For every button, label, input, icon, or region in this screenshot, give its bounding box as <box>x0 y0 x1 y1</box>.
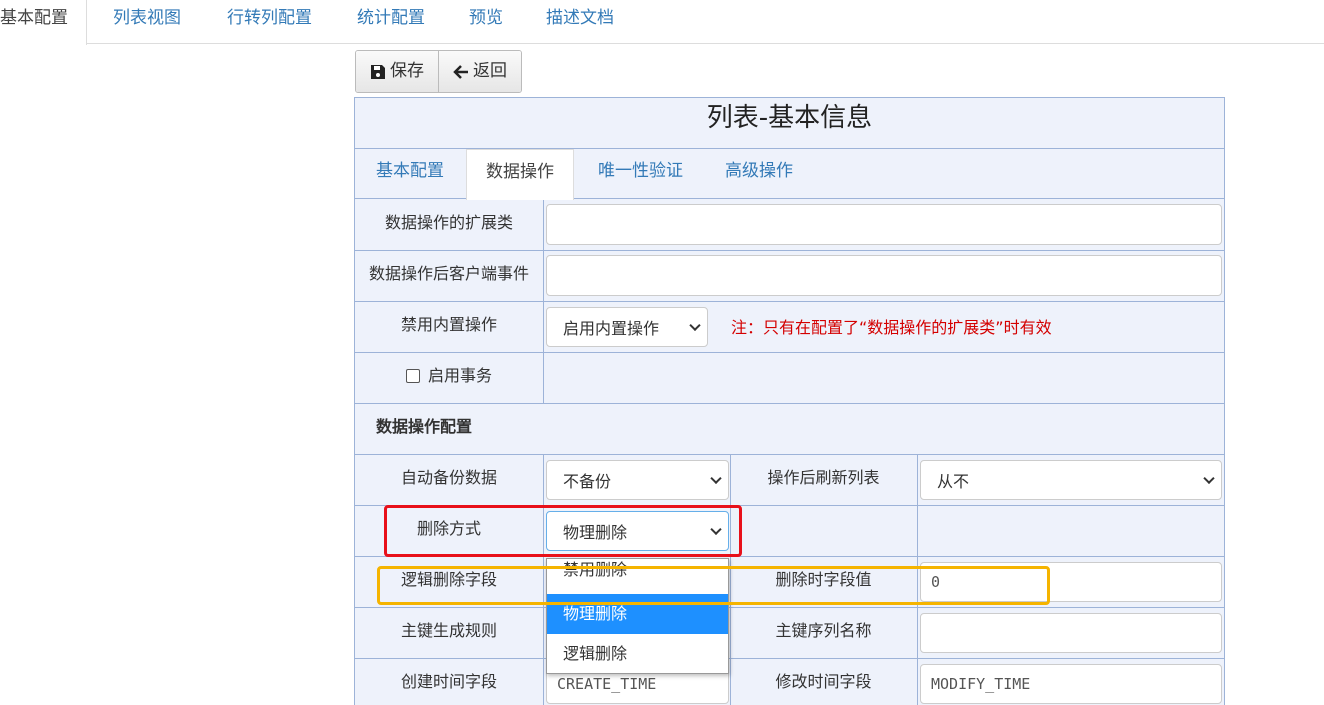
chevron-down-icon <box>689 319 701 332</box>
inner-tab-bar: 基本配置 数据操作 唯一性验证 高级操作 <box>355 149 1224 200</box>
top-tab-statistics[interactable]: 统计配置 <box>357 0 425 44</box>
modify-time-label: 修改时间字段 <box>775 672 872 691</box>
top-tab-docs[interactable]: 描述文档 <box>546 0 614 44</box>
back-label: 返回 <box>473 61 507 81</box>
section-title: 数据操作配置 <box>376 417 473 436</box>
form-row-logic-field: 逻辑删除字段 删除时字段值 0 <box>355 557 1224 608</box>
auto-backup-value: 不备份 <box>563 472 612 491</box>
tab-unique-validation[interactable]: 唯一性验证 <box>598 149 683 199</box>
basic-info-panel: 列表-基本信息 基本配置 数据操作 唯一性验证 高级操作 数据操作的扩展类 数据… <box>354 97 1225 705</box>
pk-seq-input[interactable] <box>920 613 1222 653</box>
delete-mode-label: 删除方式 <box>416 519 481 538</box>
refresh-value: 从不 <box>937 472 970 491</box>
create-time-label: 创建时间字段 <box>400 672 497 691</box>
form-row-disable-builtin: 禁用内置操作 启用内置操作 注：只有在配置了“数据操作的扩展类”时有效 <box>355 302 1224 353</box>
pk-seq-label: 主键序列名称 <box>775 621 872 640</box>
tab-advanced[interactable]: 高级操作 <box>725 149 793 199</box>
top-tab-bar: 基本配置 列表视图 行转列配置 统计配置 预览 描述文档 <box>0 0 1324 45</box>
toolbar: 保存 返回 <box>355 50 522 93</box>
form-row-transaction: 启用事务 <box>355 353 1224 404</box>
chevron-down-icon <box>1203 472 1215 485</box>
delete-value-input[interactable]: 0 <box>920 562 1222 602</box>
form-row-delete-mode: 删除方式 物理删除 <box>355 506 1224 557</box>
pk-rule-label: 主键生成规则 <box>400 621 497 640</box>
form-row-ext-class: 数据操作的扩展类 <box>355 200 1224 251</box>
auto-backup-label: 自动备份数据 <box>400 468 497 487</box>
chevron-down-icon <box>710 523 722 536</box>
delete-mode-select[interactable]: 物理删除 <box>546 511 729 551</box>
disable-builtin-label: 禁用内置操作 <box>400 315 497 334</box>
chevron-down-icon <box>710 472 722 485</box>
form-row-backup: 自动备份数据 不备份 操作后刷新列表 从不 <box>355 455 1224 506</box>
top-tab-preview[interactable]: 预览 <box>469 0 503 44</box>
modify-time-input[interactable]: MODIFY_TIME <box>920 664 1222 704</box>
ext-class-label: 数据操作的扩展类 <box>384 213 513 232</box>
arrow-left-icon <box>453 64 468 79</box>
refresh-label: 操作后刷新列表 <box>767 468 880 487</box>
dropdown-option-logic-delete[interactable]: 逻辑删除 <box>547 634 728 674</box>
disable-builtin-select[interactable]: 启用内置操作 <box>546 307 708 347</box>
transaction-checkbox[interactable] <box>405 369 420 383</box>
client-event-input[interactable] <box>546 255 1222 296</box>
form-row-pk: 主键生成规则 主键序列名称 <box>355 608 1224 659</box>
save-icon <box>371 64 385 79</box>
ext-class-input[interactable] <box>546 204 1222 245</box>
client-event-label: 数据操作后客户端事件 <box>368 264 529 283</box>
tab-basic-config[interactable]: 基本配置 <box>376 149 444 199</box>
tab-data-operation[interactable]: 数据操作 <box>466 149 574 200</box>
transaction-cell: 启用事务 <box>355 353 543 403</box>
top-tab-row-to-col[interactable]: 行转列配置 <box>227 0 312 44</box>
panel-title: 列表-基本信息 <box>355 98 1224 149</box>
dropdown-option-disable-delete[interactable]: 禁用删除 <box>547 555 728 591</box>
delete-value-label: 删除时字段值 <box>775 570 872 589</box>
logic-field-label: 逻辑删除字段 <box>400 570 497 589</box>
auto-backup-select[interactable]: 不备份 <box>546 460 729 500</box>
disable-builtin-value: 启用内置操作 <box>563 319 660 338</box>
section-row: 数据操作配置 <box>355 404 1224 455</box>
transaction-label: 启用事务 <box>427 366 492 385</box>
top-tab-basic[interactable]: 基本配置 <box>0 0 87 45</box>
note-text: 注：只有在配置了“数据操作的扩展类”时有效 <box>731 318 1052 337</box>
save-button[interactable]: 保存 <box>356 51 438 92</box>
top-tab-list-view[interactable]: 列表视图 <box>113 0 181 44</box>
back-button[interactable]: 返回 <box>438 51 521 92</box>
form-row-time: 创建时间字段 CREATE_TIME 修改时间字段 MODIFY_TIME <box>355 659 1224 705</box>
form-row-client-event: 数据操作后客户端事件 <box>355 251 1224 302</box>
dropdown-option-physical-delete[interactable]: 物理删除 <box>547 594 728 634</box>
delete-mode-dropdown: 禁用删除 物理删除 逻辑删除 <box>546 558 729 674</box>
delete-mode-value: 物理删除 <box>563 523 628 542</box>
refresh-select[interactable]: 从不 <box>920 460 1222 500</box>
save-label: 保存 <box>390 61 424 81</box>
